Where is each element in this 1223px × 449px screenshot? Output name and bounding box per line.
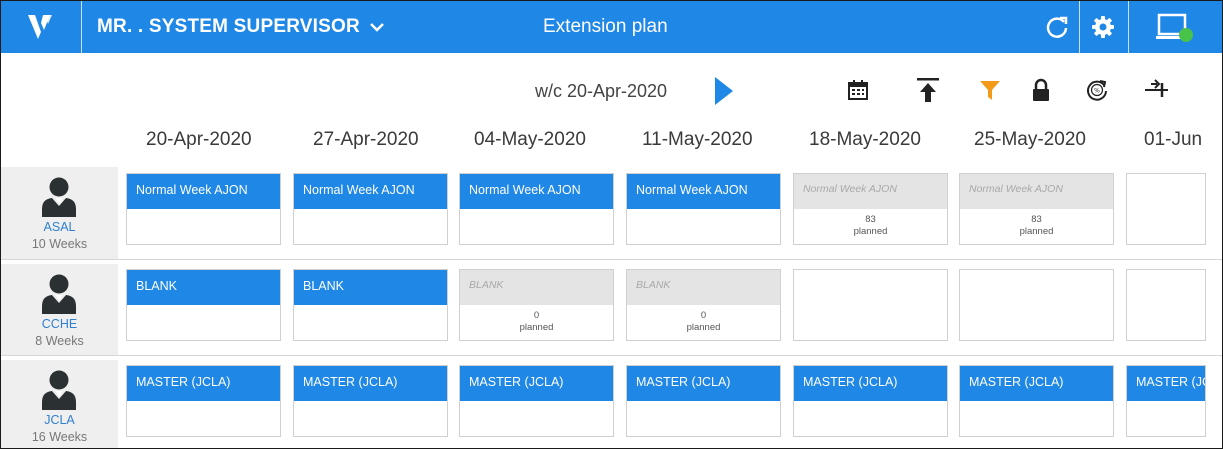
percent-refresh-icon[interactable]: % (1084, 77, 1110, 103)
monitor-status-icon[interactable] (1151, 1, 1201, 53)
planned-count: 83 (865, 214, 876, 225)
plan-cell-title: Normal Week AJON (794, 174, 947, 209)
resource-weeks: 10 Weeks (31, 237, 88, 251)
svg-text:%: % (1094, 88, 1100, 95)
planned-status: planned (519, 322, 554, 333)
plan-cell[interactable]: MASTER (JCLA) (959, 365, 1114, 437)
plan-cell[interactable]: Normal Week AJON 83 planned (959, 173, 1114, 245)
calendar-icon[interactable] (845, 77, 871, 103)
plan-cell-title: Normal Week AJON (460, 174, 613, 209)
plan-cell-empty[interactable] (1126, 173, 1206, 245)
resource-row-label[interactable]: JCLA 16 Weeks (1, 360, 118, 448)
plan-cell-title: MASTER (JCLA) (294, 366, 447, 401)
plan-cell-empty[interactable] (959, 269, 1114, 341)
plan-cell-title: MASTER (JCLA) (627, 366, 780, 401)
week-commencing-label: w/c 20-Apr-2020 (535, 81, 668, 101)
planned-status: planned (853, 226, 888, 237)
plan-cell[interactable]: BLANK (293, 269, 448, 341)
lock-icon[interactable] (1028, 77, 1054, 103)
plan-cell[interactable]: MASTER (JC (1126, 365, 1206, 437)
next-week-arrow-icon[interactable] (713, 75, 735, 112)
date-header: 20-Apr-2020 (146, 129, 252, 150)
plan-cell-title: MASTER (JCLA) (960, 366, 1113, 401)
app-window: MR. . SYSTEM SUPERVISOR Extension plan w… (0, 0, 1223, 449)
plan-cell[interactable]: Normal Week AJON (459, 173, 614, 245)
plan-cell[interactable]: MASTER (JCLA) (793, 365, 948, 437)
plan-cell[interactable]: Normal Week AJON (126, 173, 281, 245)
divider (1079, 1, 1080, 53)
plan-cell-title: BLANK (294, 270, 447, 305)
row-divider (1, 355, 1222, 356)
plan-cell[interactable]: MASTER (JCLA) (126, 365, 281, 437)
plan-cell[interactable]: BLANK (126, 269, 281, 341)
plan-cell[interactable]: Normal Week AJON (626, 173, 781, 245)
plan-cell[interactable]: MASTER (JCLA) (293, 365, 448, 437)
filter-icon[interactable] (977, 77, 1003, 103)
divider (81, 1, 82, 53)
planned-count: 0 (700, 310, 707, 321)
plan-cell-title: Normal Week AJON (627, 174, 780, 209)
divider (1128, 1, 1129, 53)
resource-code: JCLA (44, 413, 75, 427)
row-divider (1, 259, 1222, 260)
plan-cell-title: MASTER (JCLA) (794, 366, 947, 401)
plan-cell-empty[interactable] (1126, 269, 1206, 341)
resource-row-label[interactable]: ASAL 10 Weeks (1, 167, 118, 259)
resource-row-label[interactable]: CCHE 8 Weeks (1, 264, 118, 356)
scroll-top-icon[interactable] (915, 77, 941, 103)
date-header: 27-Apr-2020 (313, 129, 419, 150)
user-menu[interactable]: MR. . SYSTEM SUPERVISOR (97, 1, 384, 53)
person-avatar-icon (39, 175, 79, 224)
plan-cell-title: Normal Week AJON (294, 174, 447, 209)
plan-cell-title: Normal Week AJON (127, 174, 280, 209)
date-header: 11-May-2020 (642, 129, 753, 150)
planned-status: planned (686, 322, 721, 333)
settings-gear-icon[interactable] (1087, 1, 1119, 53)
page-title: Extension plan (543, 16, 668, 37)
plan-cell-title: BLANK (627, 270, 780, 305)
plan-cell[interactable]: BLANK 0 planned (626, 269, 781, 341)
plan-cell-title: MASTER (JCLA) (460, 366, 613, 401)
expand-columns-icon[interactable] (1143, 77, 1169, 103)
resource-weeks: 16 Weeks (31, 430, 88, 444)
plan-cell-title: Normal Week AJON (960, 174, 1113, 209)
plan-cell-title: MASTER (JCLA) (127, 366, 280, 401)
resource-code: ASAL (43, 220, 76, 234)
planned-count: 0 (533, 310, 540, 321)
person-avatar-icon (39, 368, 79, 417)
chevron-down-icon (370, 1, 384, 53)
refresh-icon[interactable] (1041, 1, 1073, 53)
planned-status: planned (1019, 226, 1054, 237)
person-avatar-icon (39, 272, 79, 321)
date-header: 18-May-2020 (809, 129, 921, 150)
planned-count: 83 (1031, 214, 1042, 225)
plan-cell[interactable]: MASTER (JCLA) (459, 365, 614, 437)
plan-cell[interactable]: MASTER (JCLA) (626, 365, 781, 437)
resource-code: CCHE (41, 317, 78, 331)
plan-cell[interactable]: Normal Week AJON 83 planned (793, 173, 948, 245)
plan-cell[interactable]: BLANK 0 planned (459, 269, 614, 341)
plan-cell[interactable]: Normal Week AJON (293, 173, 448, 245)
plan-cell-title: BLANK (460, 270, 613, 305)
plan-cell-title: MASTER (JC (1127, 366, 1205, 401)
date-header: 25-May-2020 (974, 129, 1086, 150)
date-header: 01-Jun (1144, 129, 1203, 150)
user-name: MR. . SYSTEM SUPERVISOR (97, 16, 360, 37)
date-header: 04-May-2020 (474, 129, 586, 150)
top-bar: MR. . SYSTEM SUPERVISOR Extension plan (1, 1, 1222, 53)
plan-cell-title: BLANK (127, 270, 280, 305)
plan-cell-empty[interactable] (793, 269, 948, 341)
app-logo-icon[interactable] (1, 1, 81, 53)
resource-weeks: 8 Weeks (35, 334, 84, 348)
